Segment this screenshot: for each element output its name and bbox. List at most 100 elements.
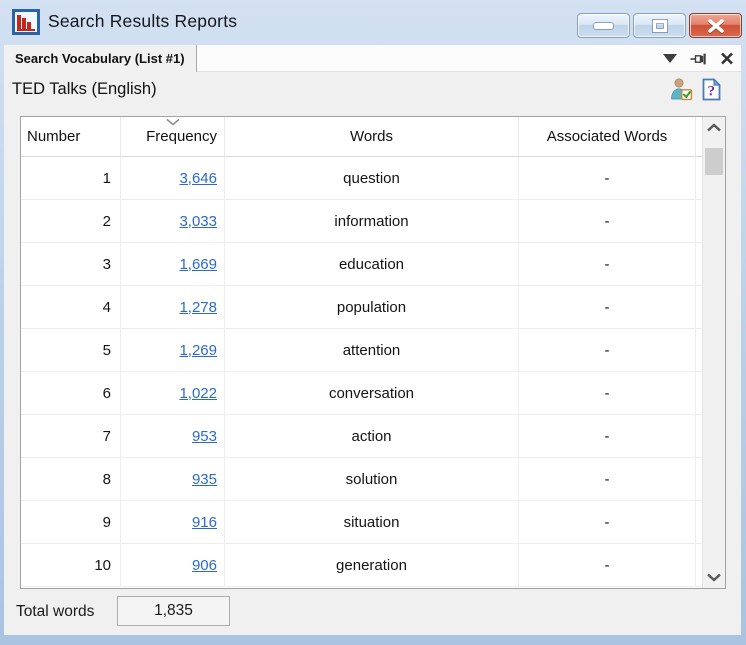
table-header-row: Number Frequency Words Associated Words (21, 117, 725, 157)
pin-button[interactable] (690, 51, 707, 67)
cell-number: 8 (21, 458, 121, 500)
cell-frequency: 935 (121, 458, 225, 500)
cell-word: attention (225, 329, 519, 371)
table-row: 7 953 action - (21, 415, 725, 458)
cell-number: 10 (21, 544, 121, 586)
maximize-icon (653, 20, 667, 32)
svg-text:?: ? (707, 83, 715, 99)
cell-word: education (225, 243, 519, 285)
frequency-link[interactable]: 906 (192, 557, 217, 574)
table-row: 10 906 generation - (21, 544, 725, 587)
cell-associated-words: - (519, 501, 696, 543)
cell-frequency: 916 (121, 501, 225, 543)
frequency-link[interactable]: 916 (192, 514, 217, 531)
cell-frequency: 3,033 (121, 200, 225, 242)
cell-word: situation (225, 501, 519, 543)
tab-label: Search Vocabulary (List #1) (15, 51, 185, 66)
cell-frequency: 1,022 (121, 372, 225, 414)
close-icon (707, 19, 725, 33)
cell-word: conversation (225, 372, 519, 414)
cell-number: 9 (21, 501, 121, 543)
column-header-frequency[interactable]: Frequency (121, 117, 225, 156)
window-controls (577, 13, 742, 38)
cell-associated-words: - (519, 243, 696, 285)
frequency-link[interactable]: 3,646 (179, 170, 217, 187)
tab-bar: Search Vocabulary (List #1) (4, 45, 741, 72)
table-row: 5 1,269 attention - (21, 329, 725, 372)
help-icon: ? (702, 78, 721, 101)
cell-number: 1 (21, 157, 121, 199)
scrollbar-thumb[interactable] (705, 148, 723, 175)
chevron-down-icon (663, 54, 677, 63)
table-row: 2 3,033 information - (21, 200, 725, 243)
status-bar: Total words 1,835 (4, 589, 741, 634)
column-header-words[interactable]: Words (225, 117, 519, 156)
cell-associated-words: - (519, 157, 696, 199)
table-row: 3 1,669 education - (21, 243, 725, 286)
column-header-associated-words[interactable]: Associated Words (519, 117, 696, 156)
bar-chart-app-icon (12, 9, 40, 35)
total-words-label: Total words (16, 589, 94, 634)
close-button[interactable] (689, 13, 742, 38)
cell-associated-words: - (519, 415, 696, 457)
help-button[interactable]: ? (702, 78, 721, 101)
cell-word: generation (225, 544, 519, 586)
maximize-button[interactable] (633, 13, 686, 38)
table-row: 1 3,646 question - (21, 157, 725, 200)
results-table: Number Frequency Words Associated Words (20, 116, 726, 589)
cell-frequency: 906 (121, 544, 225, 586)
cell-word: solution (225, 458, 519, 500)
cell-associated-words: - (519, 544, 696, 586)
cell-word: action (225, 415, 519, 457)
pushpin-icon (690, 51, 707, 67)
cell-frequency: 3,646 (121, 157, 225, 199)
frequency-link[interactable]: 1,022 (179, 385, 217, 402)
cell-associated-words: - (519, 200, 696, 242)
scroll-down-icon[interactable] (706, 573, 722, 582)
column-header-number[interactable]: Number (21, 117, 121, 156)
cell-number: 7 (21, 415, 121, 457)
panel-menu-button[interactable] (663, 54, 677, 63)
toolbar: TED Talks (English) ? (4, 72, 741, 107)
cell-number: 3 (21, 243, 121, 285)
cell-frequency: 1,278 (121, 286, 225, 328)
frequency-link[interactable]: 1,669 (179, 256, 217, 273)
frequency-link[interactable]: 935 (192, 471, 217, 488)
frequency-link[interactable]: 3,033 (179, 213, 217, 230)
cell-number: 5 (21, 329, 121, 371)
close-icon (720, 52, 734, 65)
table-row: 9 916 situation - (21, 501, 725, 544)
total-words-value: 1,835 (117, 596, 230, 626)
minimize-button[interactable] (577, 13, 630, 38)
scroll-up-icon[interactable] (706, 123, 722, 132)
window-title: Search Results Reports (48, 11, 237, 32)
cell-word: population (225, 286, 519, 328)
cell-number: 4 (21, 286, 121, 328)
frequency-link[interactable]: 1,278 (179, 299, 217, 316)
cell-number: 6 (21, 372, 121, 414)
cell-frequency: 1,669 (121, 243, 225, 285)
corpus-name: TED Talks (English) (12, 72, 157, 107)
user-settings-button[interactable] (669, 77, 693, 101)
minimize-icon (594, 23, 613, 29)
frequency-link[interactable]: 953 (192, 428, 217, 445)
table-row: 8 935 solution - (21, 458, 725, 501)
cell-frequency: 1,269 (121, 329, 225, 371)
vertical-scrollbar[interactable] (702, 117, 725, 588)
cell-word: question (225, 157, 519, 199)
cell-associated-words: - (519, 286, 696, 328)
cell-number: 2 (21, 200, 121, 242)
table-row: 4 1,278 population - (21, 286, 725, 329)
panel-close-button[interactable] (720, 52, 734, 65)
app-window: Search Results Reports Search Vocabulary… (0, 0, 746, 645)
title-bar[interactable]: Search Results Reports (0, 0, 746, 45)
user-check-icon (669, 77, 693, 101)
sort-descending-icon (165, 118, 180, 126)
panel-content: Search Vocabulary (List #1) (4, 45, 741, 635)
cell-associated-words: - (519, 329, 696, 371)
table-row: 6 1,022 conversation - (21, 372, 725, 415)
cell-associated-words: - (519, 372, 696, 414)
cell-word: information (225, 200, 519, 242)
frequency-link[interactable]: 1,269 (179, 342, 217, 359)
tab-search-vocabulary[interactable]: Search Vocabulary (List #1) (4, 45, 197, 72)
